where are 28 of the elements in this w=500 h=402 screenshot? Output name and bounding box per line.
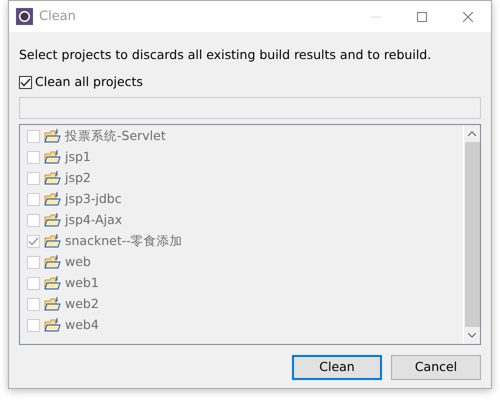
project-name: web4	[65, 316, 99, 334]
project-name: web1	[65, 274, 99, 292]
folder-icon	[44, 254, 61, 270]
dialog-button[interactable]: Cancel	[391, 354, 481, 380]
folder-icon	[44, 317, 61, 333]
project-name: jsp3-jdbc	[65, 190, 122, 208]
project-name: jsp2	[65, 168, 91, 187]
folder-icon	[44, 233, 61, 249]
folder-icon	[44, 191, 61, 207]
window-title: Clean	[39, 8, 76, 26]
dialog-button[interactable]: Clean	[292, 354, 382, 380]
instruction-text: Select projects to discards all existing build results and to rebuild.	[19, 46, 432, 64]
project-name: snacknet--零食添加	[65, 232, 183, 250]
project-name: 投票系统-Servlet	[65, 126, 166, 145]
project-name: jsp4-Ajax	[65, 210, 122, 229]
folder-icon	[44, 296, 61, 312]
folder-icon	[44, 170, 61, 186]
checkbox-label[interactable]: Clean all projects	[35, 72, 143, 92]
project-name: web	[65, 252, 91, 271]
folder-icon	[44, 212, 61, 228]
folder-icon	[44, 149, 61, 165]
folder-icon	[44, 275, 61, 291]
project-name: web2	[65, 294, 99, 313]
checkbox[interactable]	[19, 76, 32, 89]
folder-icon	[44, 128, 61, 144]
close-icon[interactable]	[463, 12, 473, 22]
maximize-icon[interactable]	[417, 12, 427, 22]
project-name: jsp1	[65, 148, 91, 166]
